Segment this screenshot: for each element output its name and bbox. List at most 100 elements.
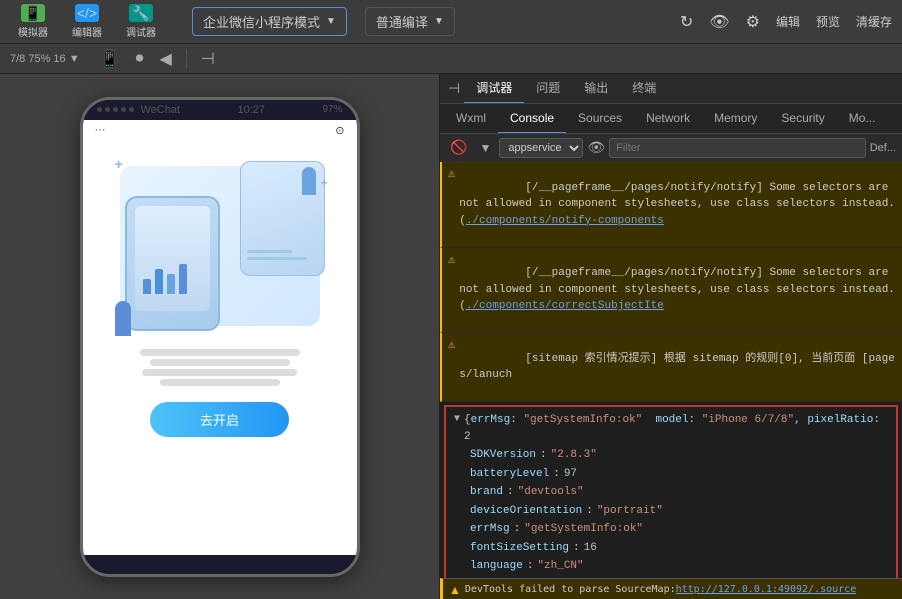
tab-issues-label: 问题	[536, 79, 560, 96]
tab-output[interactable]: 输出	[572, 74, 620, 104]
simulator-btn[interactable]: 📱 模拟器	[10, 0, 56, 43]
tab-memory-label: Memory	[714, 111, 757, 125]
top-toolbar: 📱 模拟器 </> 编辑器 🔧 调试器 企业微信小程序模式 ▼ 普通编译 ▼ ↻…	[0, 0, 902, 44]
editor-btn[interactable]: </> 编辑器	[64, 0, 110, 43]
bar3	[167, 274, 175, 294]
devtools-tabs: ⊣ 调试器 问题 输出 终端	[440, 74, 902, 104]
console-warning-2: ⚠ [/__pageframe__/pages/notify/notify] S…	[440, 248, 902, 334]
compile-label: 普通编译	[376, 12, 428, 31]
filter-toggle-btn[interactable]: ▼	[475, 139, 495, 157]
preview-label[interactable]: 预览	[816, 13, 840, 30]
bar2	[155, 269, 163, 294]
field-batterylevel: batteryLevel: 97	[470, 465, 888, 484]
tab-terminal-label: 终端	[632, 79, 656, 96]
text-blur-1	[140, 349, 300, 356]
compile-selector[interactable]: 普通编译 ▼	[365, 7, 455, 36]
tab-terminal[interactable]: 终端	[620, 74, 668, 104]
illus-bars	[139, 264, 206, 294]
phone-title-bar: ··· ⊙	[83, 120, 357, 141]
tab-security-label: Security	[781, 111, 824, 125]
tab-debugger[interactable]: 调试器	[464, 74, 524, 104]
record-icon[interactable]: ⏺	[130, 48, 150, 70]
plus2: +	[320, 176, 327, 190]
tab-wxml-label: Wxml	[456, 111, 486, 125]
fail-warn-icon: ▲	[449, 583, 461, 597]
console-toolbar: 🚫 ▼ appservice 👁 Def...	[440, 134, 902, 162]
simulator-icon: 📱	[21, 4, 45, 22]
tab-output-label: 输出	[584, 79, 608, 96]
mode-selector[interactable]: 企业微信小程序模式 ▼	[192, 7, 347, 36]
tab-network[interactable]: Network	[634, 104, 702, 134]
mode-chevron-icon: ▼	[326, 16, 336, 27]
compile-chevron-icon: ▼	[434, 16, 444, 27]
phone-container: WeChat 10:27 97% ··· ⊙	[0, 74, 439, 599]
warning-text-3: [sitemap 索引情况提示] 根据 sitemap 的规则[0], 当前页面…	[459, 334, 896, 400]
line2	[247, 250, 292, 253]
illus-right	[240, 161, 325, 276]
phone-status-bar: WeChat 10:27 97%	[83, 100, 357, 120]
field-deviceorientation: deviceOrientation: "portrait"	[470, 502, 888, 521]
default-label: Def...	[870, 142, 896, 154]
field-errmsg: errMsg: "getSystemInfo:ok"	[470, 520, 888, 539]
tab-sources[interactable]: Sources	[566, 104, 634, 134]
tab-security[interactable]: Security	[769, 104, 836, 134]
obj-expand-icon[interactable]: ▼	[454, 412, 460, 445]
fail-text: DevTools failed to parse SourceMap:	[465, 584, 676, 595]
secondary-toolbar: 7/8 75% 16 ▼ 📱 ⏺ ◀ ⊣	[0, 44, 902, 74]
tab-wxml[interactable]: Wxml	[444, 104, 498, 134]
refresh-icon[interactable]: ↻	[680, 12, 693, 32]
tab-memory[interactable]: Memory	[702, 104, 769, 134]
separator	[186, 50, 187, 68]
editor-label: 编辑器	[72, 24, 102, 39]
tab-console[interactable]: Console	[498, 104, 566, 134]
tab-sources-label: Sources	[578, 111, 622, 125]
illustration: + +	[110, 156, 330, 336]
mobile-icon[interactable]: 📱	[94, 47, 126, 71]
tab-issues[interactable]: 问题	[524, 74, 572, 104]
phone-action-button[interactable]: 去开启	[150, 402, 289, 437]
warning-text-2: [/__pageframe__/pages/notify/notify] Som…	[459, 249, 896, 332]
tab-left-arrow[interactable]: ⊣	[444, 80, 464, 97]
filter-input[interactable]	[609, 138, 866, 158]
tab-more[interactable]: Mo...	[837, 104, 888, 134]
debugger-btn[interactable]: 🔧 调试器	[118, 0, 164, 43]
phone-content: + + 去开启	[83, 141, 357, 555]
main-area: WeChat 10:27 97% ··· ⊙	[0, 74, 902, 599]
signal-dot-5	[129, 107, 134, 112]
simulator-label: 模拟器	[18, 24, 48, 39]
fail-link[interactable]: http://127.0.0.1:49092/.source	[676, 584, 857, 595]
field-brand: brand: "devtools"	[470, 483, 888, 502]
dock-icon[interactable]: ⊣	[195, 47, 221, 71]
console-warning-3: ⚠ [sitemap 索引情况提示] 根据 sitemap 的规则[0], 当前…	[440, 333, 902, 402]
context-select[interactable]: appservice	[499, 138, 583, 158]
status-battery: 97%	[322, 104, 342, 115]
back-icon[interactable]: ◀	[154, 47, 178, 71]
editor-icon: </>	[75, 4, 99, 22]
field-fontsizesetting: fontSizeSetting: 16	[470, 539, 888, 558]
line1	[247, 257, 307, 260]
obj-header: ▼ {errMsg: "getSystemInfo:ok" model: "iP…	[454, 411, 888, 446]
phone-frame: WeChat 10:27 97% ··· ⊙	[80, 97, 360, 577]
preview-icon[interactable]: 👁	[709, 12, 729, 32]
bar1	[143, 279, 151, 294]
signal-dot-4	[121, 107, 126, 112]
settings-icon[interactable]: ⚙	[746, 12, 760, 32]
app-name: WeChat	[141, 104, 181, 116]
devtools-fail-bar: ▲ DevTools failed to parse SourceMap: ht…	[440, 578, 902, 599]
phone-more-icon[interactable]: ⊙	[335, 124, 344, 137]
tab-network-label: Network	[646, 111, 690, 125]
devtools-inner-tabs: Wxml Console Sources Network Memory Secu…	[440, 104, 902, 134]
phone-menu-icon[interactable]: ···	[95, 124, 106, 136]
edit-label[interactable]: 编辑	[776, 13, 800, 30]
signal-dot-2	[105, 107, 110, 112]
clear-console-btn[interactable]: 🚫	[446, 137, 471, 158]
clear-label[interactable]: 清缓存	[856, 13, 892, 30]
warning-text-1: [/__pageframe__/pages/notify/notify] Som…	[459, 163, 896, 246]
eye-icon[interactable]: 👁	[587, 139, 605, 156]
console-output[interactable]: ⚠ [/__pageframe__/pages/notify/notify] S…	[440, 162, 902, 578]
field-sdkversion: SDKVersion: "2.8.3"	[470, 446, 888, 465]
text-blur-4	[160, 379, 280, 386]
tab-debugger-label: 调试器	[476, 79, 512, 96]
person-left	[115, 301, 131, 336]
console-object-block: ▼ {errMsg: "getSystemInfo:ok" model: "iP…	[444, 405, 898, 578]
